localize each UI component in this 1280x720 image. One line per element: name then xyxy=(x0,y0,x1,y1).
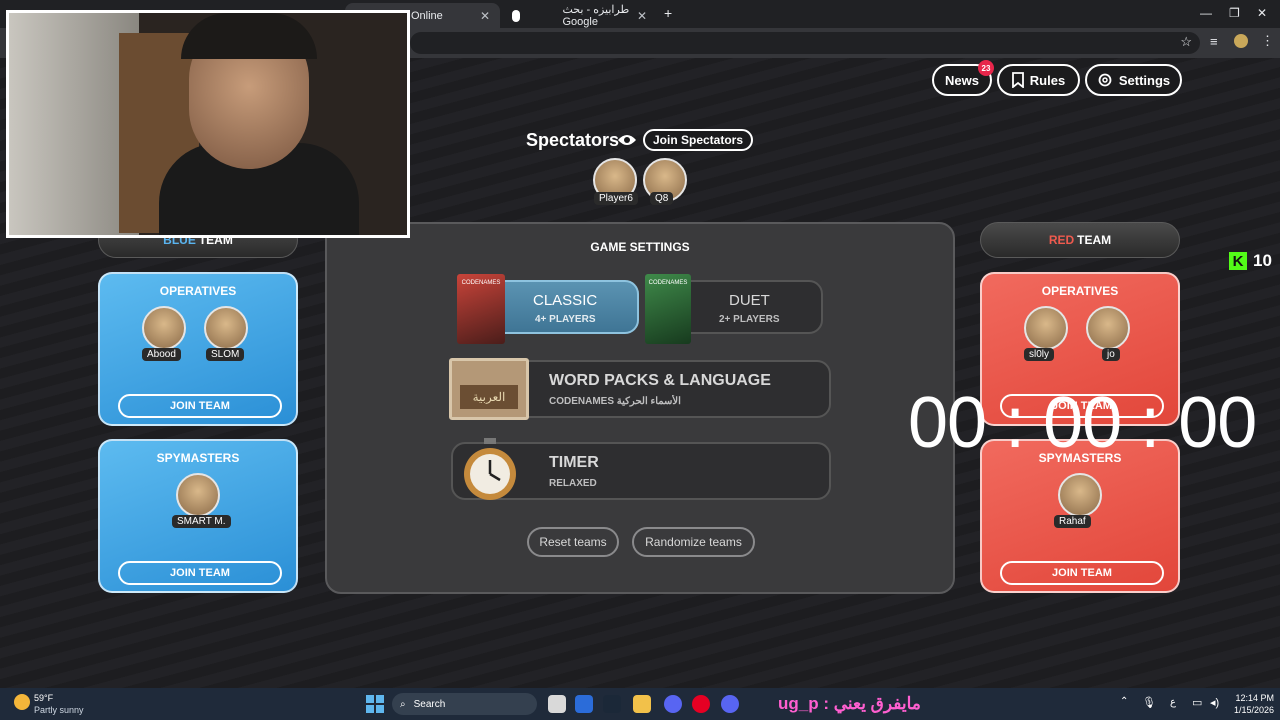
duet-sub: 2+ PLAYERS xyxy=(719,314,780,325)
avatar xyxy=(1024,306,1068,350)
operatives-title: OPERATIVES xyxy=(1041,284,1119,298)
close-window-button[interactable]: ✕ xyxy=(1257,6,1267,20)
classic-sub: 4+ PLAYERS xyxy=(535,314,596,325)
timer-title: TIMER xyxy=(549,454,599,471)
steam-icon[interactable] xyxy=(603,695,621,713)
tab-label: طرابيزه - بحث Google xyxy=(562,4,630,28)
word-packs-title: WORD PACKS & LANGUAGE xyxy=(549,372,771,389)
operative-name: jo xyxy=(1102,348,1120,361)
rules-label: Rules xyxy=(1029,72,1066,88)
randomize-teams-button[interactable]: Randomize teams xyxy=(632,527,755,557)
timer-sub: RELAXED xyxy=(549,478,597,489)
windows-taskbar: 59°F Partly sunny ⌕ Search ug_p : مايفرق… xyxy=(0,688,1280,720)
news-label: News xyxy=(945,72,979,88)
file-explorer-icon[interactable] xyxy=(633,695,651,713)
webcam-overlay xyxy=(6,10,410,238)
classic-title: CLASSIC xyxy=(533,292,598,309)
operatives-title: OPERATIVES xyxy=(159,284,237,298)
menu-dots-icon[interactable]: ⋮ xyxy=(1261,33,1274,49)
join-blue-spymasters-button[interactable]: JOIN TEAM xyxy=(118,561,282,585)
stream-text-overlay: ug_p : مايفرق يعني xyxy=(778,694,921,713)
profile-avatar-icon[interactable] xyxy=(1234,34,1248,48)
spymaster-name: Rahaf xyxy=(1054,515,1091,528)
weather-sun-icon xyxy=(14,694,30,710)
spectator-name: Player6 xyxy=(594,192,638,205)
red-team-label: RED xyxy=(1048,233,1075,247)
spymaster-name: SMART M. xyxy=(172,515,231,528)
reading-list-icon[interactable]: ≡ xyxy=(1210,34,1218,49)
discord-icon[interactable] xyxy=(664,695,682,713)
stopwatch-icon xyxy=(464,438,516,500)
blue-spymasters-card: SPYMASTERS SMART M. JOIN TEAM xyxy=(98,439,298,593)
spectator-name: Q8 xyxy=(650,192,674,205)
blue-operatives-card: OPERATIVES Abood SLOM JOIN TEAM xyxy=(98,272,298,426)
settings-label: Settings xyxy=(1118,72,1171,88)
spymasters-title: SPYMASTERS xyxy=(156,451,240,465)
kick-viewer-count: 10 xyxy=(1253,251,1272,270)
duet-box-image: CODENAMES xyxy=(645,274,691,344)
bookmark-icon xyxy=(1011,72,1024,88)
arabic-pack-image: العربية xyxy=(449,358,529,420)
team-label: TEAM xyxy=(1077,233,1112,247)
avatar xyxy=(204,306,248,350)
word-packs-sub: CODENAMES الأسماء الحركية xyxy=(549,396,681,407)
weather-desc: Partly sunny xyxy=(34,705,84,715)
eye-icon xyxy=(618,135,636,145)
close-tab-icon[interactable]: ✕ xyxy=(637,9,647,23)
google-icon xyxy=(512,9,521,22)
clock-date: 1/15/2026 xyxy=(1233,705,1274,715)
chevron-up-icon[interactable]: ⌃ xyxy=(1120,696,1128,707)
taskbar-search[interactable]: ⌕ Search xyxy=(392,693,537,715)
task-view-icon[interactable] xyxy=(548,695,566,713)
volume-icon[interactable]: ◂) xyxy=(1210,696,1219,709)
search-icon: ⌕ xyxy=(400,698,406,710)
gear-icon xyxy=(1098,73,1112,87)
operative-name: Abood xyxy=(142,348,181,361)
avatar xyxy=(1058,473,1102,517)
news-count-badge: 23 xyxy=(978,60,994,76)
join-red-spymasters-button[interactable]: JOIN TEAM xyxy=(1000,561,1164,585)
tab-google-search[interactable]: طرابيزه - بحث Google ✕ xyxy=(502,3,657,28)
game-settings-panel: GAME SETTINGS CLASSIC 4+ PLAYERS CODENAM… xyxy=(325,222,955,594)
microphone-icon[interactable]: 🎙 xyxy=(1142,696,1156,709)
stream-timer-overlay: 00 : 00 : 00 xyxy=(908,383,1257,463)
bookmark-star-icon[interactable]: ☆ xyxy=(1180,34,1192,50)
operative-name: sl0ly xyxy=(1024,348,1055,361)
operative-name: SLOM xyxy=(206,348,245,361)
spectators-title: Spectators xyxy=(526,130,620,150)
windows-start-icon[interactable] xyxy=(366,695,384,713)
reset-teams-button[interactable]: Reset teams xyxy=(527,527,619,557)
network-icon[interactable]: ▭ xyxy=(1192,696,1202,709)
join-spectators-button[interactable]: Join Spectators xyxy=(643,129,753,151)
rules-button[interactable]: Rules xyxy=(997,64,1080,96)
weather-temp[interactable]: 59°F xyxy=(34,693,53,703)
game-settings-title: GAME SETTINGS xyxy=(590,240,690,254)
news-button[interactable]: News 23 xyxy=(932,60,994,96)
webcam-person-hair xyxy=(181,13,317,59)
tab-label: Online xyxy=(411,9,443,22)
kick-logo-icon: K xyxy=(1229,252,1247,270)
pinterest-icon[interactable] xyxy=(692,695,710,713)
avatar xyxy=(1086,306,1130,350)
clock-time[interactable]: 12:14 PM xyxy=(1228,693,1274,703)
new-tab-button[interactable]: + xyxy=(664,5,672,21)
discord-app-icon[interactable] xyxy=(721,695,739,713)
maximize-button[interactable]: ❐ xyxy=(1229,6,1240,20)
settings-button[interactable]: Settings xyxy=(1085,64,1182,96)
address-input[interactable]: ☆ xyxy=(410,32,1200,54)
minimize-button[interactable]: — xyxy=(1200,6,1212,20)
copilot-icon[interactable] xyxy=(575,695,593,713)
avatar xyxy=(176,473,220,517)
classic-box-image: CODENAMES xyxy=(457,274,505,344)
avatar xyxy=(142,306,186,350)
language-indicator[interactable]: ع xyxy=(1170,697,1176,708)
arabic-pack-label: العربية xyxy=(460,385,518,409)
join-blue-operatives-button[interactable]: JOIN TEAM xyxy=(118,394,282,418)
duet-title: DUET xyxy=(729,292,770,309)
search-label: Search xyxy=(413,698,446,710)
red-team-header: RED TEAM xyxy=(980,222,1180,258)
close-tab-icon[interactable]: ✕ xyxy=(480,9,490,23)
